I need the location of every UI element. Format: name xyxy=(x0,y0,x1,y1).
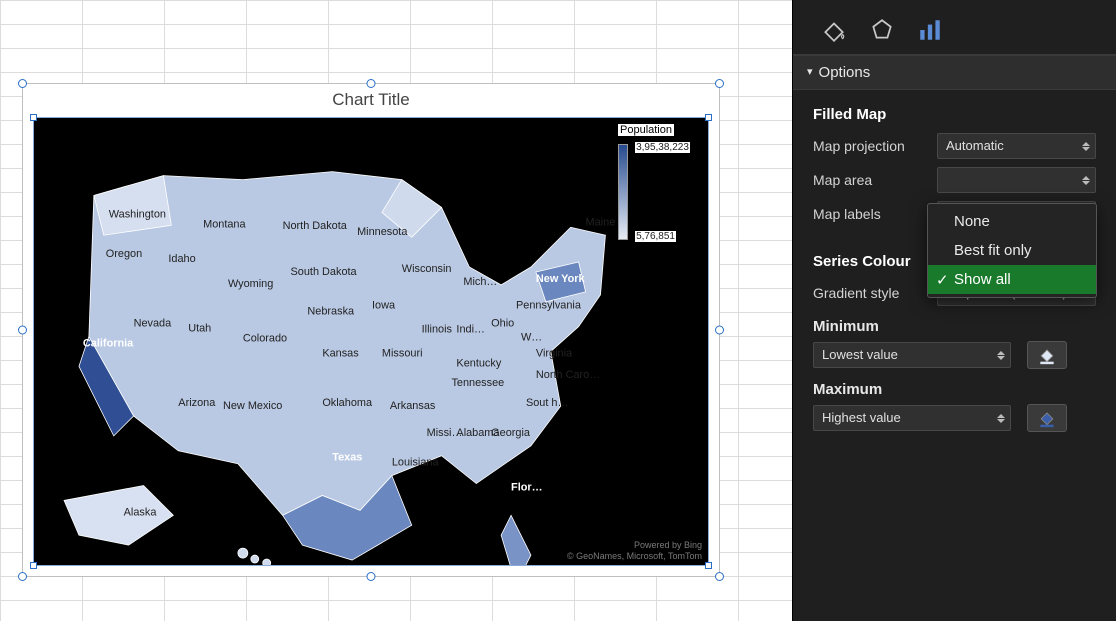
label-virginia: Virginia xyxy=(536,347,573,359)
label-montana: Montana xyxy=(203,218,246,230)
label-missouri: Missouri xyxy=(382,347,423,359)
label-wisconsin: Wisconsin xyxy=(402,263,452,275)
chart-title[interactable]: Chart Title xyxy=(23,84,719,112)
state-hawaii-3[interactable] xyxy=(263,559,271,565)
state-hawaii-1[interactable] xyxy=(238,548,248,558)
label-newyork: New York xyxy=(536,273,586,285)
label-washington: Washington xyxy=(109,208,166,220)
maximum-colour-button[interactable] xyxy=(1027,404,1067,432)
map-labels-label: Map labels xyxy=(813,206,927,222)
label-ndakota: North Dakota xyxy=(283,220,348,232)
label-alaska: Alaska xyxy=(124,506,158,518)
us-map[interactable]: Washington Oregon Idaho Montana North Da… xyxy=(34,118,708,565)
paint-bucket-icon xyxy=(1037,408,1057,428)
tab-fill-icon[interactable] xyxy=(821,17,847,54)
pane-scrollbar[interactable] xyxy=(1102,60,1114,615)
label-idaho: Idaho xyxy=(168,253,195,265)
options-label: Options xyxy=(819,64,871,81)
label-iowa: Iowa xyxy=(372,300,396,312)
tab-series-icon[interactable] xyxy=(917,17,943,54)
label-ncarolina: North Caro… xyxy=(536,369,600,381)
resize-handle-t[interactable] xyxy=(367,79,376,88)
label-kansas: Kansas xyxy=(322,347,359,359)
label-georgia: Georgia xyxy=(491,427,531,439)
resize-handle-br[interactable] xyxy=(715,572,724,581)
state-hawaii-2[interactable] xyxy=(251,555,259,563)
label-indiana: Indi… xyxy=(456,324,485,336)
state-alaska[interactable] xyxy=(64,486,173,546)
label-scarolina: Sout h… xyxy=(526,397,568,409)
spreadsheet-grid[interactable]: Chart Title Population 3,95,38,223 5,76,… xyxy=(0,0,792,621)
format-pane: ▾ Options Filled Map Map projection Auto… xyxy=(792,0,1116,621)
label-illinois: Illinois xyxy=(422,324,453,336)
minimum-heading: Minimum xyxy=(813,318,1096,335)
map-projection-label: Map projection xyxy=(813,138,927,154)
label-arizona: Arizona xyxy=(178,397,216,409)
state-washington[interactable] xyxy=(94,176,171,236)
filled-map-group: Filled Map Map projection Automatic Map … xyxy=(793,90,1116,237)
label-florida: Flor… xyxy=(511,481,543,493)
resize-handle-l[interactable] xyxy=(18,326,27,335)
chevron-down-icon: ▾ xyxy=(807,65,813,78)
label-california: California xyxy=(83,337,134,349)
label-texas: Texas xyxy=(332,452,362,464)
tab-effects-icon[interactable] xyxy=(869,17,895,54)
gradient-style-label: Gradient style xyxy=(813,285,927,301)
label-newmexico: New Mexico xyxy=(223,400,282,412)
map-area-label: Map area xyxy=(813,172,927,188)
label-pennsylvania: Pennsylvania xyxy=(516,300,582,312)
resize-handle-r[interactable] xyxy=(715,326,724,335)
label-minnesota: Minnesota xyxy=(357,226,408,238)
map-attribution: Powered by Bing © GeoNames, Microsoft, T… xyxy=(567,540,702,561)
plot-area[interactable]: Population 3,95,38,223 5,76,851 xyxy=(33,117,709,566)
maximum-select[interactable]: Highest value xyxy=(813,405,1011,431)
minimum-colour-button[interactable] xyxy=(1027,341,1067,369)
minimum-select[interactable]: Lowest value xyxy=(813,342,1011,368)
label-wv: W… xyxy=(521,332,542,344)
label-oklahoma: Oklahoma xyxy=(322,397,373,409)
map-projection-select[interactable]: Automatic xyxy=(937,133,1096,159)
paint-bucket-icon xyxy=(1037,345,1057,365)
label-wyoming: Wyoming xyxy=(228,278,273,290)
filled-map-heading: Filled Map xyxy=(813,106,1096,123)
map-labels-option-none[interactable]: None xyxy=(928,207,1096,236)
map-labels-option-show-all[interactable]: Show all xyxy=(928,265,1096,294)
label-arkansas: Arkansas xyxy=(390,400,436,412)
label-tennessee: Tennessee xyxy=(451,377,504,389)
label-oregon: Oregon xyxy=(106,248,142,260)
state-florida[interactable] xyxy=(501,515,531,565)
map-labels-option-best-fit[interactable]: Best fit only xyxy=(928,236,1096,265)
format-pane-tabs xyxy=(793,0,1116,55)
resize-handle-b[interactable] xyxy=(367,572,376,581)
label-utah: Utah xyxy=(188,323,211,335)
label-ohio: Ohio xyxy=(491,318,514,330)
resize-handle-bl[interactable] xyxy=(18,572,27,581)
map-area-select[interactable] xyxy=(937,167,1096,193)
label-sdakota: South Dakota xyxy=(291,266,358,278)
map-labels-dropdown: None Best fit only Show all xyxy=(927,203,1097,298)
label-nebraska: Nebraska xyxy=(307,306,355,318)
maximum-heading: Maximum xyxy=(813,381,1096,398)
label-kentucky: Kentucky xyxy=(456,357,501,369)
options-section-header[interactable]: ▾ Options xyxy=(793,55,1116,90)
label-mich: Mich… xyxy=(463,276,497,288)
chart-object[interactable]: Chart Title Population 3,95,38,223 5,76,… xyxy=(22,83,720,577)
label-louisiana: Louisiana xyxy=(392,457,440,469)
resize-handle-tr[interactable] xyxy=(715,79,724,88)
label-colorado: Colorado xyxy=(243,333,287,345)
resize-handle-tl[interactable] xyxy=(18,79,27,88)
label-maine: Maine xyxy=(586,216,616,228)
label-nevada: Nevada xyxy=(134,318,173,330)
